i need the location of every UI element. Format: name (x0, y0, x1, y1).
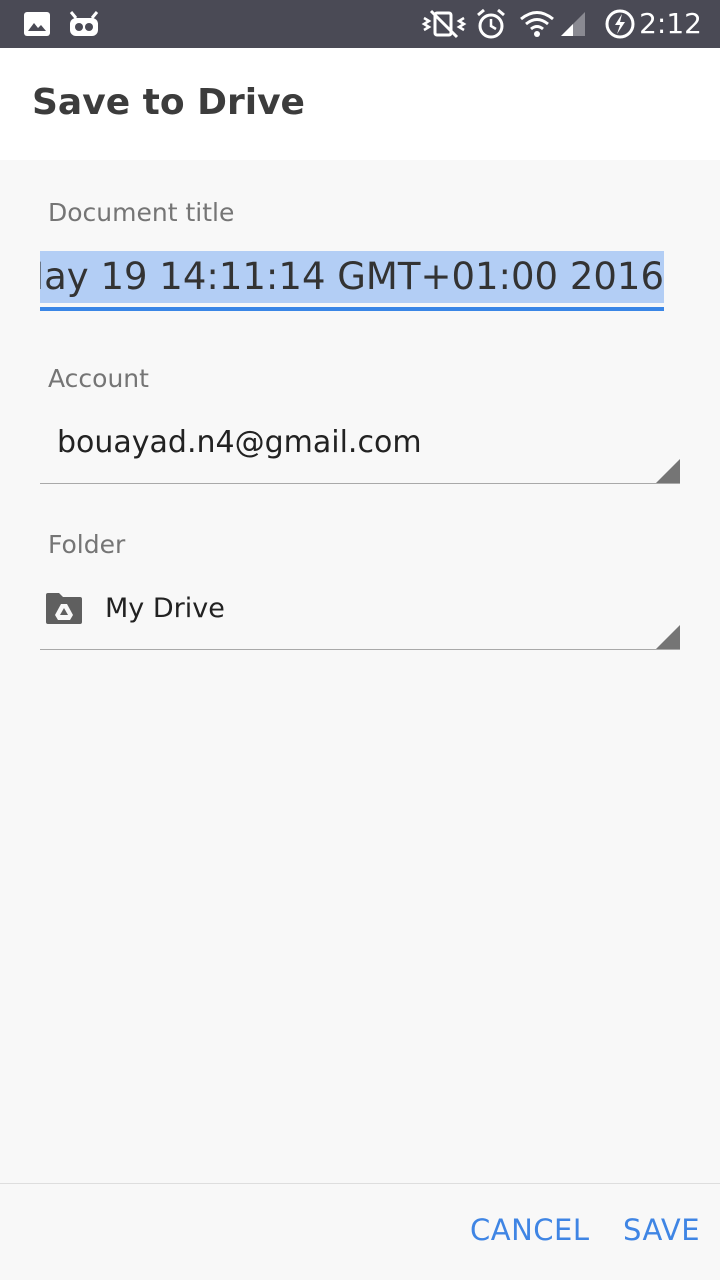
document-title-label: Document title (48, 198, 235, 227)
vibrate-off-icon (420, 8, 468, 40)
drive-folder-icon (44, 591, 84, 629)
save-button[interactable]: SAVE (623, 1213, 700, 1247)
document-title-value: u May 19 14:11:14 GMT+01:00 2016 (40, 255, 664, 298)
signal-icon (558, 8, 588, 40)
dropdown-arrow-icon (656, 625, 680, 649)
account-label: Account (48, 364, 149, 393)
wifi-icon (518, 8, 556, 40)
dialog-header: Save to Drive (0, 48, 720, 160)
folder-value: My Drive (105, 593, 225, 624)
image-icon (22, 8, 52, 40)
alarm-icon (474, 8, 508, 40)
folder-label: Folder (48, 530, 126, 559)
cyanogen-icon (66, 8, 102, 40)
dropdown-arrow-icon (656, 459, 680, 483)
document-title-input[interactable]: u May 19 14:11:14 GMT+01:00 2016 (40, 249, 664, 311)
account-spinner[interactable]: bouayad.n4@gmail.com (40, 403, 680, 484)
input-underline (40, 307, 664, 311)
cancel-button[interactable]: CANCEL (470, 1213, 590, 1247)
account-value: bouayad.n4@gmail.com (57, 425, 422, 460)
dialog-title: Save to Drive (32, 82, 305, 123)
footer-divider (0, 1183, 720, 1184)
battery-charging-icon (604, 8, 636, 40)
status-bar: 2:12 (0, 0, 720, 48)
folder-spinner[interactable]: My Drive (40, 569, 680, 650)
clock: 2:12 (639, 7, 702, 40)
